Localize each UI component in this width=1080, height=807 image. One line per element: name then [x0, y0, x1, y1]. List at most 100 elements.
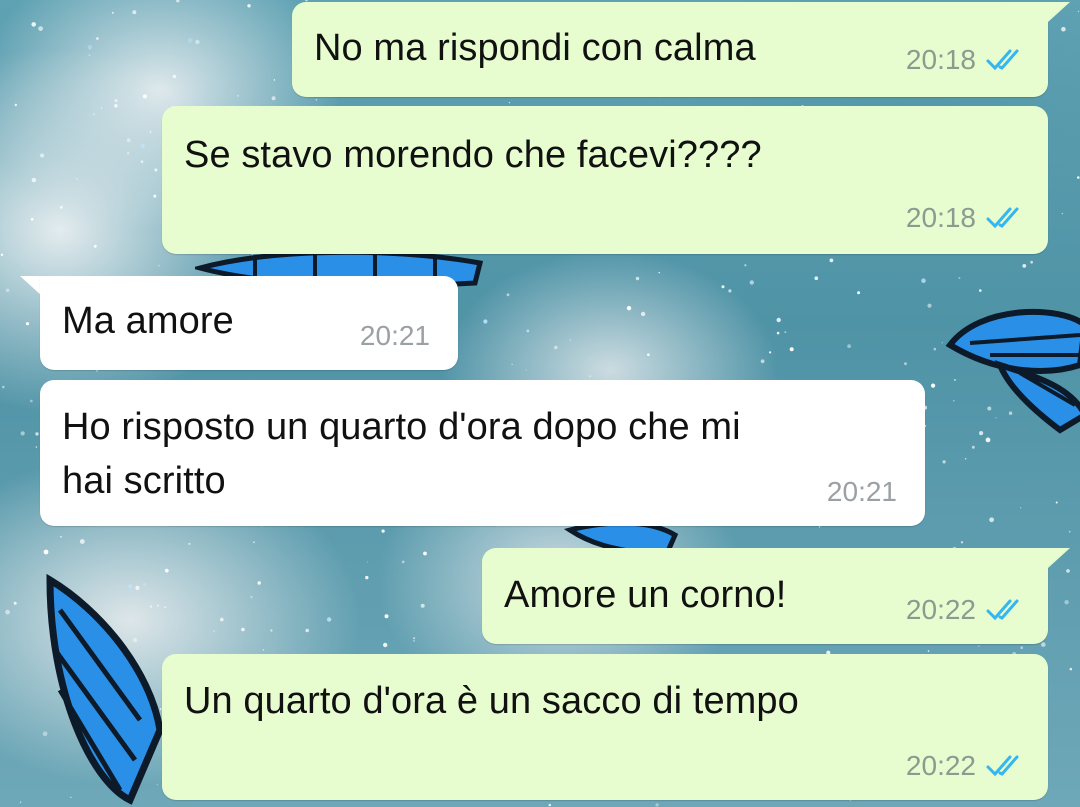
message-bubble-outgoing[interactable]: Un quarto d'ora è un sacco di tempo 20:2… [162, 654, 1048, 800]
sparkle-dot [655, 803, 659, 807]
bubble-tail [20, 276, 42, 296]
sparkle-dot [921, 278, 926, 284]
sparkle-dot [1064, 600, 1069, 605]
sparkle-dot [247, 4, 251, 8]
sparkle-dot [1077, 176, 1080, 179]
sparkle-dot [960, 541, 964, 544]
message-text: Un quarto d'ora è un sacco di tempo [184, 680, 799, 722]
sparkle-dot [483, 319, 488, 324]
sparkle-dot [412, 639, 416, 642]
sparkle-dot [971, 445, 975, 449]
message-bubble-incoming[interactable]: Ma amore 20:21 [40, 276, 458, 370]
sparkle-dot [250, 596, 253, 599]
sparkle-dot [1061, 26, 1066, 32]
message-meta: 20:21 [827, 476, 897, 508]
sparkle-dot [188, 542, 191, 546]
sparkle-dot [195, 39, 200, 45]
sparkle-dot [958, 277, 961, 279]
message-text: Amore un corno! [504, 574, 787, 616]
sparkle-dot [814, 276, 819, 281]
message-text: Se stavo morendo che facevi???? [184, 134, 762, 176]
sparkle-dot [847, 344, 851, 348]
message-time: 20:21 [359, 320, 430, 351]
sparkle-dot [420, 603, 425, 608]
sparkle-dot [13, 601, 17, 605]
double-check-icon [986, 207, 1019, 229]
sparkle-dot [140, 160, 144, 163]
message-bubble-outgoing[interactable]: No ma rispondi con calma 20:18 [292, 2, 1048, 97]
sparkle-dot [526, 329, 530, 333]
sparkle-dot [25, 322, 30, 326]
sparkle-dot [423, 551, 427, 556]
sparkle-dot [548, 803, 551, 807]
bubble-tail [1048, 2, 1070, 22]
sparkle-dot [326, 617, 332, 622]
message-time: 20:22 [905, 750, 976, 781]
sparkle-dot [1061, 212, 1064, 215]
sparkle-dot [769, 351, 772, 354]
sparkle-dot [315, 99, 318, 101]
sparkle-dot [93, 244, 97, 248]
sparkle-dot [59, 205, 63, 209]
sparkle-dot [381, 529, 385, 533]
sparkle-dot [1041, 642, 1046, 647]
sparkle-dot [525, 369, 527, 371]
sparkle-dot [257, 581, 261, 585]
message-text: Ma amore [62, 300, 234, 342]
sparkle-dot [366, 561, 368, 563]
sparkle-dot [569, 339, 572, 342]
double-check-icon [986, 599, 1019, 621]
sparkle-dot [760, 359, 765, 364]
sparkle-dot [35, 446, 38, 448]
butterfly-icon [945, 308, 1080, 434]
sparkle-dot [31, 22, 36, 27]
sparkle-dot [927, 650, 930, 652]
sparkle-dot [213, 630, 216, 633]
sparkle-dot [140, 144, 145, 148]
sparkle-dot [401, 560, 405, 564]
sparkle-dot [989, 517, 994, 523]
sparkle-dot [20, 431, 25, 436]
sparkle-dot [253, 541, 255, 544]
sparkle-dot [126, 152, 130, 155]
sparkle-dot [829, 258, 834, 263]
sparkle-dot [365, 575, 369, 580]
sparkle-dot [30, 217, 34, 221]
sparkle-dot [413, 637, 415, 640]
message-text: Ho risposto un quarto d'ora dopo che mi … [62, 406, 741, 502]
sparkle-dot [818, 526, 821, 528]
sparkle-dot [931, 383, 936, 388]
sparkle-dot [978, 645, 980, 647]
sparkle-dot [784, 331, 787, 334]
sparkle-dot [508, 102, 510, 104]
sparkle-dot [789, 347, 794, 352]
sparkle-dot [1068, 530, 1071, 533]
sparkle-dot [5, 288, 10, 292]
sparkle-dot [927, 303, 932, 308]
message-time: 20:18 [905, 44, 976, 75]
message-bubble-incoming[interactable]: Ho risposto un quarto d'ora dopo che mi … [40, 380, 925, 526]
sparkle-dot [1069, 667, 1073, 671]
sparkle-dot [933, 347, 937, 351]
sparkle-dot [1030, 260, 1033, 264]
sparkle-dot [92, 112, 96, 116]
sparkle-dot [38, 26, 43, 31]
bubble-tail [1048, 548, 1070, 568]
message-meta: 20:21 [360, 320, 430, 352]
sparkle-dot [172, 74, 177, 79]
message-meta: 20:22 [906, 750, 1026, 782]
sparkle-dot [273, 79, 276, 81]
sparkle-dot [744, 264, 747, 267]
sparkle-dot [29, 399, 33, 403]
message-text: No ma rispondi con calma [314, 27, 756, 69]
sparkle-dot [383, 642, 388, 648]
message-bubble-outgoing[interactable]: Amore un corno! 20:22 [482, 548, 1048, 644]
sparkle-dot [126, 138, 131, 143]
sparkle-dot [111, 11, 114, 14]
message-bubble-outgoing[interactable]: Se stavo morendo che facevi???? 20:18 [162, 106, 1048, 254]
sparkle-dot [647, 353, 650, 357]
sparkle-dot [985, 437, 991, 443]
sparkle-dot [1020, 646, 1023, 649]
sparkle-dot [640, 311, 646, 317]
sparkle-dot [5, 609, 10, 615]
